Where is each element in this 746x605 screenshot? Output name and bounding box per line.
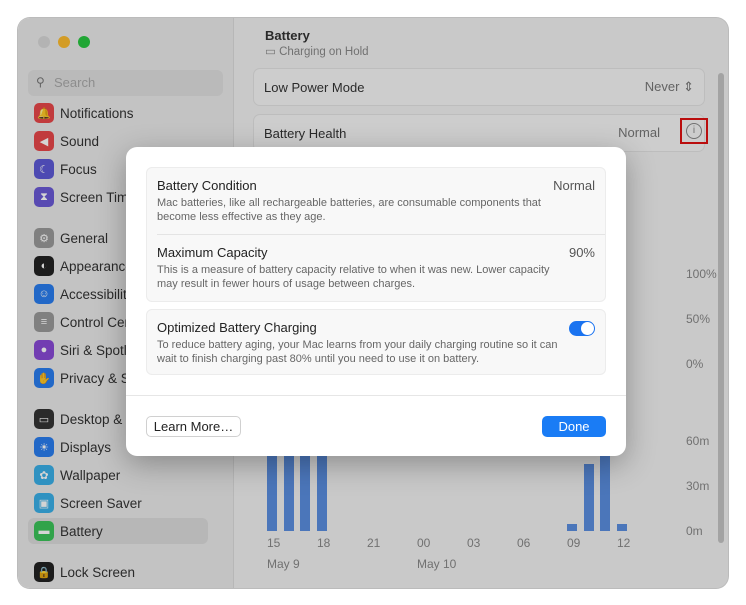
optimized-section: Optimized Battery Charging To reduce bat… bbox=[147, 310, 605, 366]
divider bbox=[126, 395, 626, 396]
condition-title: Battery Condition bbox=[157, 178, 257, 193]
battery-health-dialog: Battery Condition Normal Mac batteries, … bbox=[126, 147, 626, 456]
optimized-title: Optimized Battery Charging bbox=[157, 320, 317, 335]
capacity-section: Maximum Capacity 90% This is a measure o… bbox=[147, 235, 605, 301]
optimized-group: Optimized Battery Charging To reduce bat… bbox=[146, 309, 606, 375]
condition-section: Battery Condition Normal Mac batteries, … bbox=[147, 168, 605, 224]
condition-value: Normal bbox=[553, 178, 595, 193]
health-group: Battery Condition Normal Mac batteries, … bbox=[146, 167, 606, 302]
done-button[interactable]: Done bbox=[542, 416, 606, 437]
capacity-title: Maximum Capacity bbox=[157, 245, 268, 260]
capacity-desc: This is a measure of battery capacity re… bbox=[157, 264, 550, 290]
optimized-charging-toggle[interactable] bbox=[569, 321, 595, 336]
learn-more-button[interactable]: Learn More… bbox=[146, 416, 241, 437]
capacity-value: 90% bbox=[568, 245, 595, 260]
condition-desc: Mac batteries, like all rechargeable bat… bbox=[157, 197, 541, 223]
optimized-desc: To reduce battery aging, your Mac learns… bbox=[157, 339, 558, 365]
